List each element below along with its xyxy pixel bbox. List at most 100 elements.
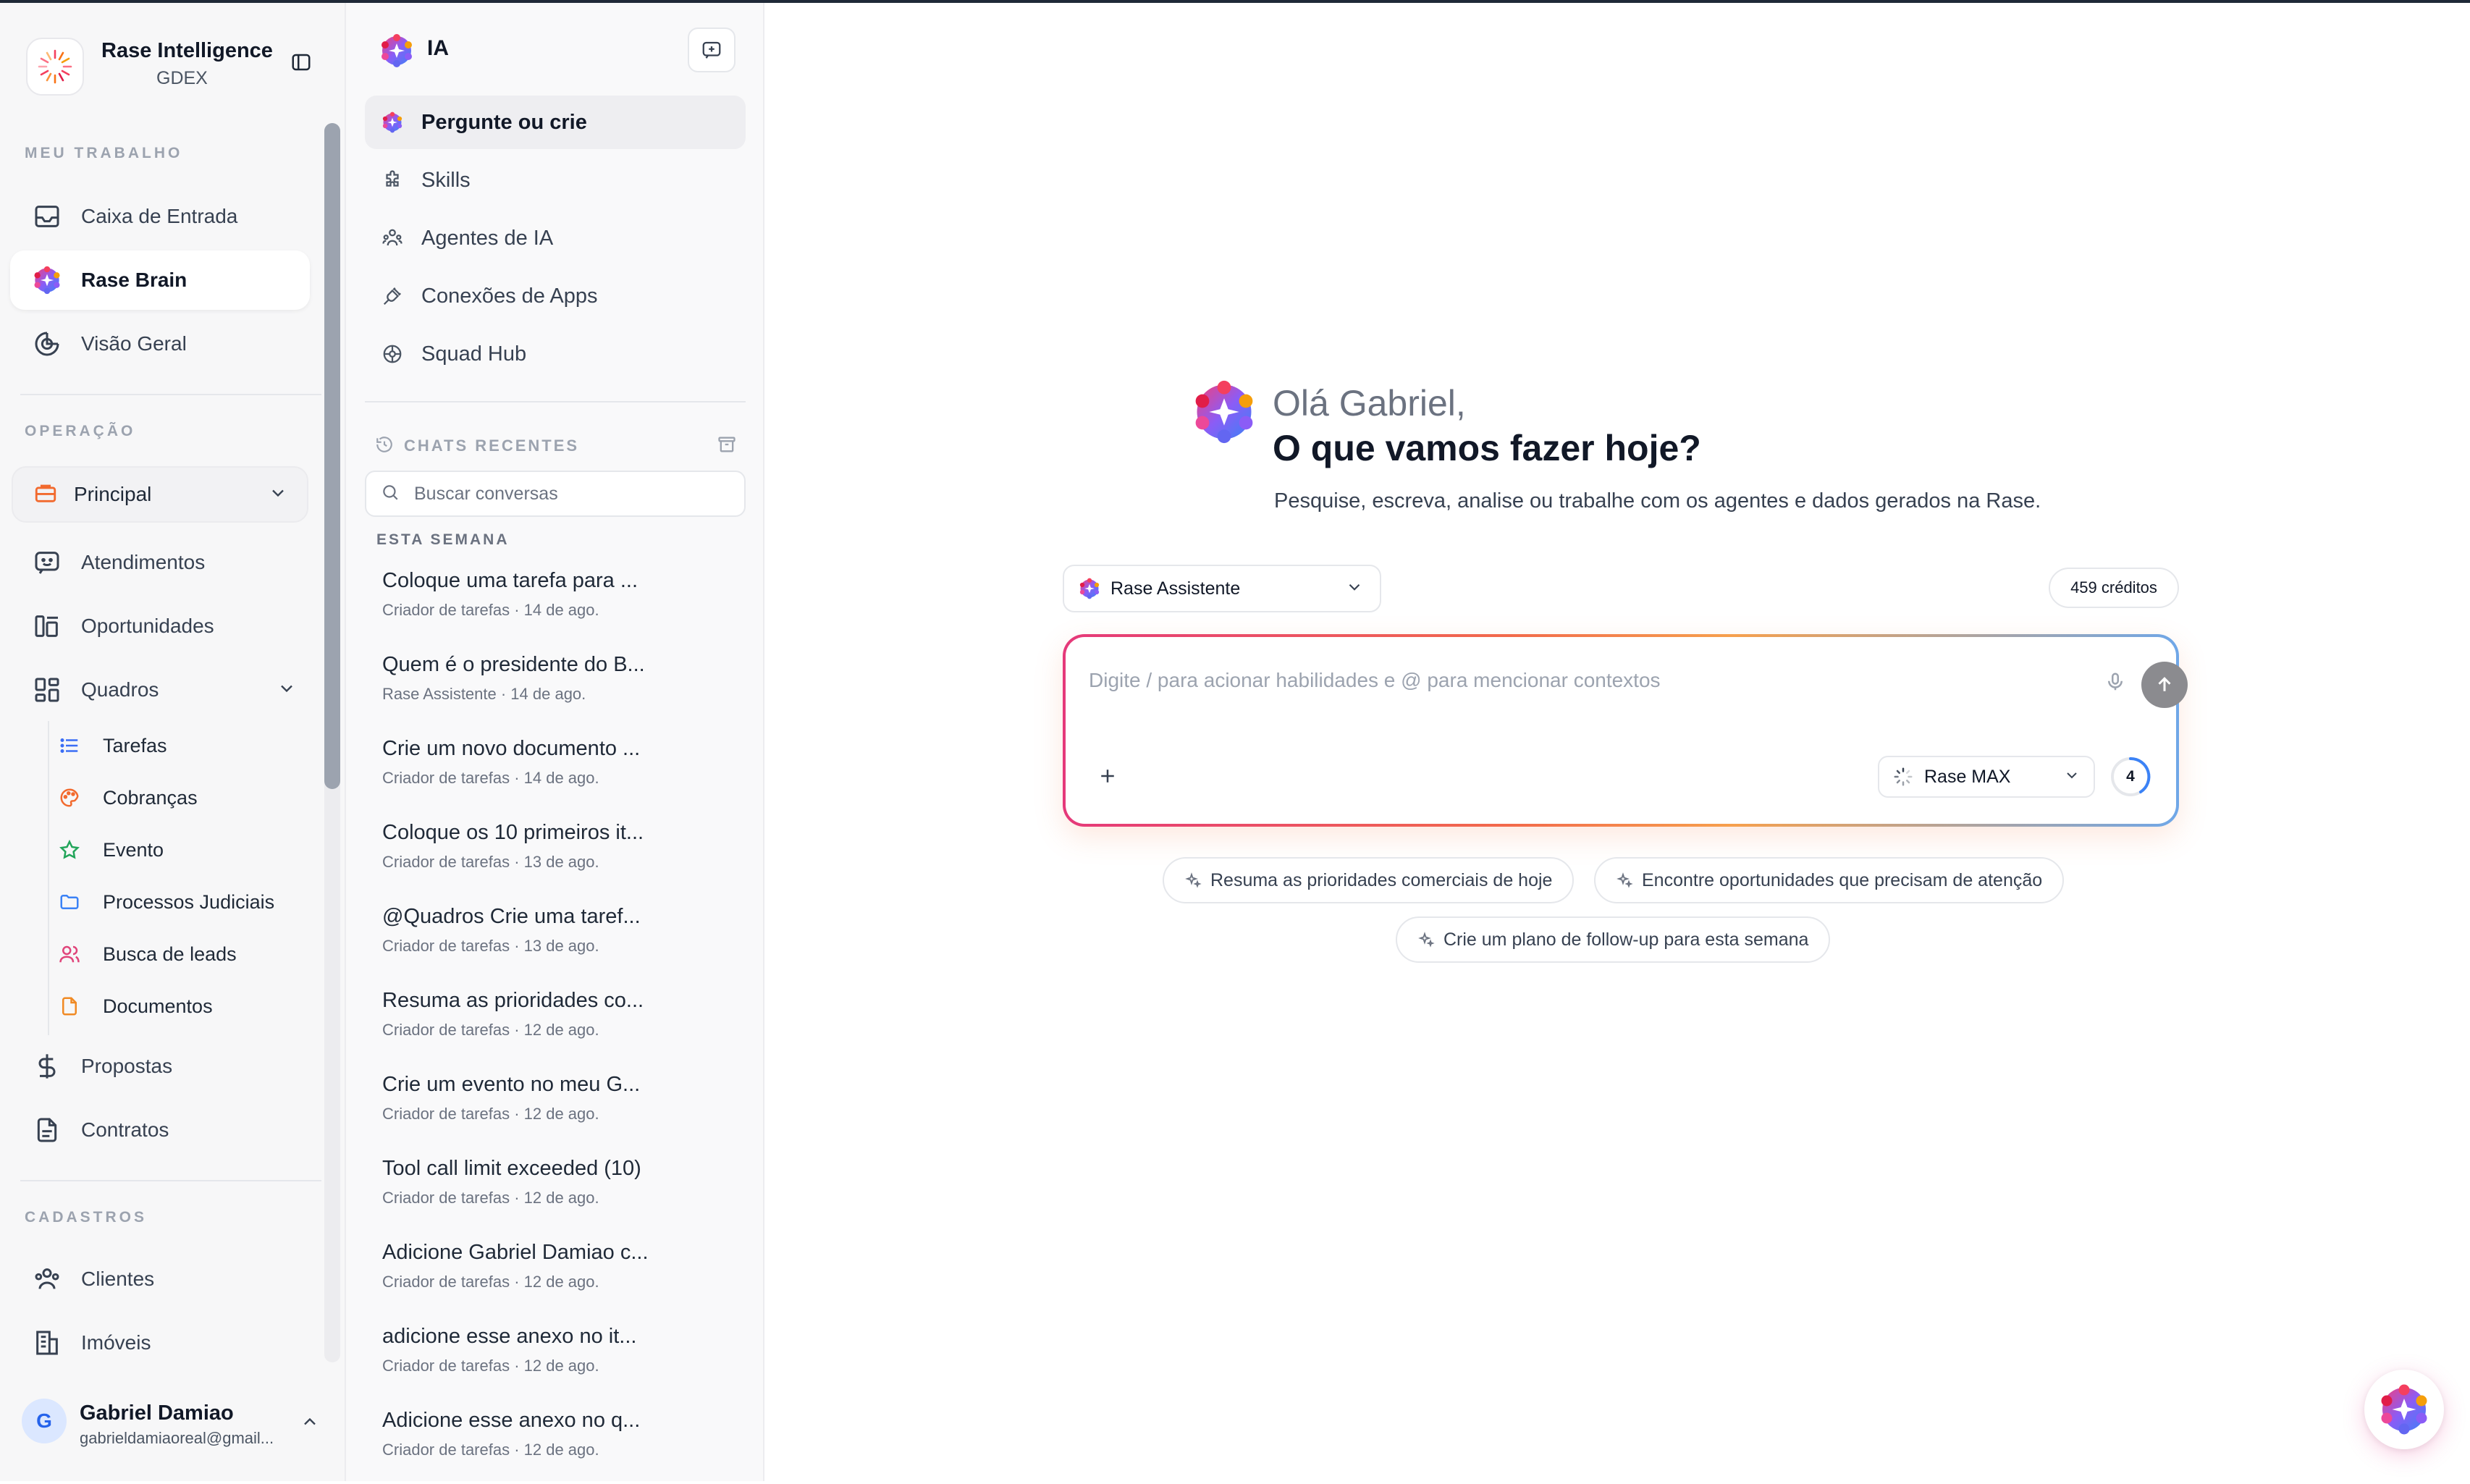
microphone-icon [2108,673,2123,691]
ia-nav-agents[interactable]: Agentes de IA [365,211,746,265]
sidebar-item-contratos[interactable]: Contratos [10,1100,310,1160]
rase-brain-icon [1192,379,1257,444]
panel-title: IA [427,36,449,60]
chat-meta: Criador de tarefas · 12 de ago. [382,1189,599,1207]
chat-list-item[interactable]: Quem é o presidente do B... Rase Assiste… [382,653,730,728]
chat-list-item[interactable]: Crie um evento no meu G... Criador de ta… [382,1073,730,1148]
history-icon [375,435,394,458]
board-item-tarefas[interactable]: Tarefas [56,722,167,769]
ia-nav-label: Conexões de Apps [421,284,598,308]
sidebar-item-label: Imóveis [81,1331,151,1354]
chat-meta: Criador de tarefas · 12 de ago. [382,1441,599,1459]
board-item-label: Documentos [103,995,213,1017]
week-group-label: ESTA SEMANA [376,531,510,548]
folder-icon [56,889,83,915]
chat-title: Coloque uma tarefa para ... [382,569,638,592]
building-icon [30,1326,64,1359]
search-input[interactable] [413,482,720,505]
chevron-down-icon[interactable] [277,678,297,702]
suggestion-chip[interactable]: Encontre oportunidades que precisam de a… [1594,857,2065,903]
chat-meta: Criador de tarefas · 12 de ago. [382,1021,599,1039]
sidebar-item-overview[interactable]: Visão Geral [10,314,310,374]
user-name: Gabriel Damiao [80,1401,234,1425]
sidebar-scrollbar-thumb[interactable] [324,123,340,789]
kanban-icon [30,610,64,643]
sidebar-item-label: Contratos [81,1118,169,1141]
sparkle-icon [1185,872,1202,888]
ia-nav-skills[interactable]: Skills [365,153,746,207]
sparkle-icon [1418,932,1435,948]
chat-title: Adicione Gabriel Damiao c... [382,1241,649,1264]
rase-logo-icon [26,38,84,96]
chat-list-item[interactable]: Adicione esse anexo no q... Criador de t… [382,1409,730,1484]
ia-nav-label: Pergunte ou crie [421,110,587,134]
suggestion-chip[interactable]: Resuma as prioridades comerciais de hoje [1163,857,1575,903]
rase-brain-fab[interactable] [2364,1370,2444,1449]
star-icon [56,837,83,863]
sidebar-item-propostas[interactable]: Propostas [10,1037,310,1096]
chevron-down-icon [268,483,288,507]
panel-divider [365,401,746,402]
chat-list-item[interactable]: adicione esse anexo no it... Criador de … [382,1325,730,1400]
chevron-up-icon [297,1409,323,1435]
arrow-up-icon [2158,677,2171,691]
chat-meta: Criador de tarefas · 14 de ago. [382,769,599,787]
chat-title: Crie um evento no meu G... [382,1073,641,1096]
pie-chart-icon [30,327,64,361]
chat-list-item[interactable]: Coloque os 10 primeiros it... Criador de… [382,821,730,896]
section-label-work: MEU TRABALHO [25,145,183,161]
chat-search[interactable] [365,471,746,517]
board-item-documentos[interactable]: Documentos [56,983,213,1029]
sidebar-item-inbox[interactable]: Caixa de Entrada [10,187,310,246]
ia-nav-connections[interactable]: Conexões de Apps [365,269,746,323]
microphone-button[interactable] [2101,667,2130,696]
recent-chats-header: CHATS RECENTES [375,431,737,460]
operation-selector[interactable]: Principal [12,466,308,523]
chat-list-item[interactable]: Resuma as prioridades co... Criador de t… [382,989,730,1064]
board-item-cobrancas[interactable]: Cobranças [56,775,198,821]
chat-list-item[interactable]: Coloque uma tarefa para ... Criador de t… [382,569,730,644]
workspace-switcher[interactable]: Rase Intelligence GDEX [26,36,316,96]
sidebar-divider [20,1180,321,1181]
sidebar-item-quadros[interactable]: Quadros [10,660,310,720]
operation-selector-label: Principal [74,483,152,505]
chat-meta: Criador de tarefas · 12 de ago. [382,1105,599,1123]
archive-icon[interactable] [717,434,737,458]
sidebar-item-label: Atendimentos [81,551,206,573]
chat-list-item[interactable]: Crie um novo documento ... Criador de ta… [382,737,730,812]
chat-title: Tool call limit exceeded (10) [382,1157,641,1180]
sidebar-item-label: Oportunidades [81,615,214,637]
ia-nav-label: Agentes de IA [421,226,554,250]
chat-list-item[interactable]: Tool call limit exceeded (10) Criador de… [382,1157,730,1232]
new-chat-button[interactable] [688,28,735,72]
document-icon [30,1113,64,1147]
sidebar-item-rase-brain[interactable]: Rase Brain [10,250,310,310]
chat-list-item[interactable]: Adicione Gabriel Damiao c... Criador de … [382,1241,730,1316]
prompt-input[interactable] [1087,662,2031,699]
boards-icon [30,673,64,707]
attach-button[interactable] [1092,760,1124,792]
collapse-sidebar-button[interactable] [278,39,324,85]
board-item-busca-leads[interactable]: Busca de leads [56,931,237,977]
rase-brain-icon [379,33,414,68]
sidebar-item-atendimentos[interactable]: Atendimentos [10,533,310,592]
chat-title: Quem é o presidente do B... [382,653,645,676]
send-button[interactable] [2141,662,2188,708]
user-menu[interactable]: G Gabriel Damiao gabrieldamiaoreal@gmail… [0,1375,345,1481]
agent-selector[interactable]: Rase Assistente [1063,565,1381,612]
sidebar-item-oportunidades[interactable]: Oportunidades [10,596,310,656]
chat-list-item[interactable]: @Quadros Crie uma taref... Criador de ta… [382,905,730,980]
board-item-processos[interactable]: Processos Judiciais [56,879,274,925]
boards-tree-line [48,721,49,1035]
suggestion-chip[interactable]: Crie um plano de follow-up para esta sem… [1396,916,1831,963]
ia-nav-squad-hub[interactable]: Squad Hub [365,327,746,381]
sidebar-item-clientes[interactable]: Clientes [10,1249,310,1309]
chat-title: Resuma as prioridades co... [382,989,644,1012]
sidebar-item-imoveis[interactable]: Imóveis [10,1313,310,1373]
board-item-evento[interactable]: Evento [56,827,164,873]
list-icon [56,733,83,759]
model-selector[interactable]: Rase MAX [1878,756,2095,798]
chat-title: @Quadros Crie uma taref... [382,905,641,928]
inbox-icon [30,200,64,233]
ia-nav-ask[interactable]: Pergunte ou crie [365,96,746,149]
